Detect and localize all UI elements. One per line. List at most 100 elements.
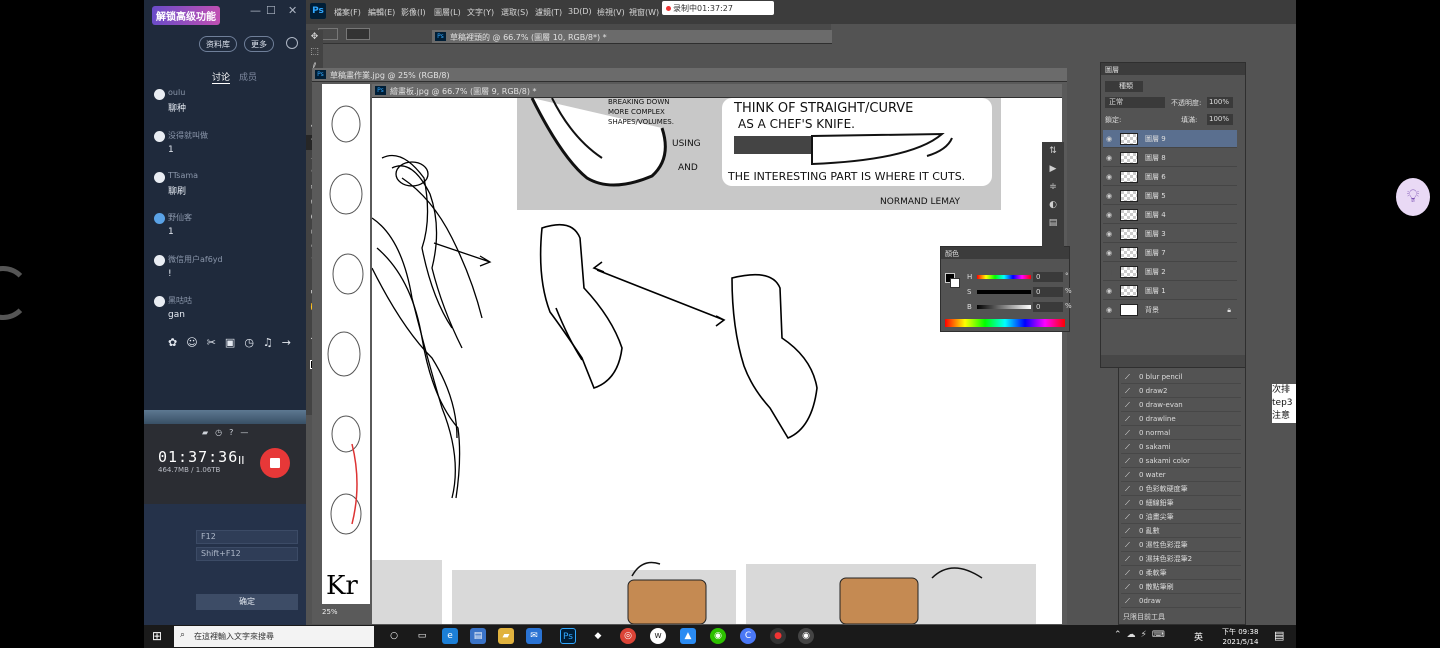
cortana-icon[interactable]: ○	[386, 628, 402, 644]
color-spectrum-bar[interactable]	[945, 319, 1065, 327]
close-button[interactable]: ✕	[288, 4, 297, 17]
visibility-eye-icon[interactable]: ◉	[1106, 149, 1112, 167]
visibility-eye-icon[interactable]: ◉	[1106, 301, 1112, 319]
blend-mode-select[interactable]: 正常	[1105, 97, 1165, 108]
marquee-tool-icon[interactable]: ⬚	[306, 45, 323, 60]
brush-preset-item[interactable]: ⟋ 0 draw-evan	[1121, 398, 1241, 412]
layers-panel-title[interactable]: 圖層	[1101, 63, 1245, 75]
app-w-icon[interactable]: w	[650, 628, 666, 644]
drawing-canvas[interactable]: BREAKING DOWN MORE COMPLEX SHAPES/VOLUME…	[372, 98, 1062, 624]
taskbar-search-box[interactable]: ⌕ 在這裡輸入文字來搜尋	[174, 626, 374, 647]
settings-icon[interactable]	[286, 37, 298, 49]
flower-icon[interactable]: ✿	[168, 336, 177, 349]
menu-file[interactable]: 檔案(F)	[334, 7, 361, 18]
menu-filter[interactable]: 濾鏡(T)	[535, 7, 562, 18]
visibility-eye-icon[interactable]: ◉	[1106, 282, 1112, 300]
current-tool-only-checkbox[interactable]: 只限目前工具	[1123, 612, 1165, 622]
document-tab-back[interactable]: Ps 草稿裡頭的 @ 66.7% (圖層 10, RGB/8*) *	[432, 30, 832, 44]
visibility-eye-icon[interactable]: ◉	[1106, 206, 1112, 224]
app-c-icon[interactable]: C	[740, 628, 756, 644]
brush-preset-item[interactable]: ⟋ 0draw	[1121, 594, 1241, 608]
brightness-slider[interactable]	[977, 305, 1031, 309]
tab-members[interactable]: 成员	[239, 70, 257, 83]
background-color-swatch[interactable]	[950, 278, 960, 288]
reference-sheet-canvas[interactable]: Kr	[322, 84, 370, 604]
brush-preset-item[interactable]: ⟋ 0 濕性色彩混筆	[1121, 538, 1241, 552]
brush-preset-item[interactable]: ⟋ 0 water	[1121, 468, 1241, 482]
menu-edit[interactable]: 編輯(E)	[368, 7, 395, 18]
visibility-eye-icon[interactable]: □	[1106, 263, 1113, 281]
layer-row[interactable]: ◉ 圖層 7	[1103, 244, 1237, 262]
chrome-icon[interactable]: ◎	[620, 628, 636, 644]
adjust-icon[interactable]: ≑	[1042, 178, 1064, 196]
layer-row[interactable]: ◉ 圖層 5	[1103, 187, 1237, 205]
send-arrow-icon[interactable]: →	[282, 336, 291, 349]
taskbar-clock[interactable]: 下午 09:38 2021/5/14	[1222, 627, 1258, 647]
visibility-eye-icon[interactable]: ◉	[1106, 225, 1112, 243]
notification-icon[interactable]: ▤	[1274, 629, 1284, 642]
menu-window[interactable]: 視窗(W)	[629, 7, 659, 18]
lightbulb-icon[interactable]: 💡︎	[1396, 178, 1430, 216]
brush-preset-item[interactable]: ⟋ 0 draw2	[1121, 384, 1241, 398]
unlock-premium-banner[interactable]: 解锁高级功能	[152, 6, 220, 25]
history-icon[interactable]: ⇅	[1042, 142, 1064, 160]
shortcut-field[interactable]: F12	[196, 530, 298, 544]
file-explorer-icon[interactable]: ▰	[498, 628, 514, 644]
layer-row[interactable]: ◉ 圖層 3	[1103, 225, 1237, 243]
styles-icon[interactable]: ◐	[1042, 196, 1064, 214]
saturation-value[interactable]: 0	[1033, 287, 1063, 297]
image-icon[interactable]: ▣	[225, 336, 235, 349]
tab-discussion[interactable]: 讨论	[212, 70, 231, 84]
emoji-icon[interactable]: ☺	[186, 336, 197, 349]
ime-indicator[interactable]: 英	[1194, 630, 1203, 643]
layer-row[interactable]: □ 圖層 2	[1103, 263, 1237, 281]
wechat-icon[interactable]: ◉	[710, 628, 726, 644]
brush-preset-item[interactable]: ⟋ 0 blur pencil	[1121, 370, 1241, 384]
move-tool-icon[interactable]: ✥	[306, 30, 323, 45]
brush-preset-item[interactable]: ⟋ 0 濕抹色彩混筆2	[1121, 552, 1241, 566]
layer-row[interactable]: ◉ 圖層 4	[1103, 206, 1237, 224]
system-tray-icons[interactable]: ⌃☁⚡⌨	[1114, 630, 1170, 640]
brush-preset-item[interactable]: ⟋ 0 亂數	[1121, 524, 1241, 538]
recorder-taskbar-icon[interactable]: ●	[770, 628, 786, 644]
layers-footer-toolbar[interactable]	[1101, 355, 1245, 367]
brush-preset-item[interactable]: ⟋ 0 柔軟筆	[1121, 566, 1241, 580]
task-view-icon[interactable]: ▭	[414, 628, 430, 644]
zoom-level[interactable]: 25%	[322, 608, 338, 616]
app-blue-icon[interactable]: ▲	[680, 628, 696, 644]
brush-preset-item[interactable]: ⟋ 0 色彩軟硬度筆	[1121, 482, 1241, 496]
visibility-eye-icon[interactable]: ◉	[1106, 187, 1112, 205]
pause-button[interactable]: II	[238, 454, 245, 467]
brush-preset-item[interactable]: ⟋ 0 油畫尖筆	[1121, 510, 1241, 524]
brush-preset-item[interactable]: ⟋ 0 細線鉛筆	[1121, 496, 1241, 510]
app-icon[interactable]: ◆	[590, 628, 606, 644]
menu-image[interactable]: 影像(I)	[401, 7, 426, 18]
hue-slider[interactable]	[977, 275, 1031, 279]
brush-preset-item[interactable]: ⟋ 0 sakami	[1121, 440, 1241, 454]
layer-row[interactable]: ◉ 圖層 9	[1103, 130, 1237, 148]
channels-icon[interactable]: ▤	[1042, 214, 1064, 232]
layer-row[interactable]: ◉ 圖層 1	[1103, 282, 1237, 300]
maximize-button[interactable]: ☐	[266, 4, 276, 17]
minimize-button[interactable]: —	[250, 4, 261, 17]
layer-row[interactable]: ◉ 背景 🔒︎	[1103, 301, 1237, 319]
layer-row[interactable]: ◉ 圖層 8	[1103, 149, 1237, 167]
more-button[interactable]: 更多	[244, 36, 274, 52]
app-disk-icon[interactable]: ◉	[798, 628, 814, 644]
recorder-toolbar-icons[interactable]: ▰◷?—	[202, 428, 255, 437]
lock-icon[interactable]: 🔒︎	[1227, 301, 1231, 319]
menu-3d[interactable]: 3D(D)	[568, 7, 592, 16]
menu-type[interactable]: 文字(Y)	[467, 7, 494, 18]
mail-icon[interactable]: ✉	[526, 628, 542, 644]
saturation-slider[interactable]	[977, 290, 1031, 294]
confirm-button[interactable]: 确定	[196, 594, 298, 610]
fill-field[interactable]: 100%	[1207, 114, 1233, 125]
brush-preset-item[interactable]: ⟋ 0 sakami color	[1121, 454, 1241, 468]
document-tab-front[interactable]: Ps 繪畫板.jpg @ 66.7% (圖層 9, RGB/8) *	[372, 84, 1062, 98]
photoshop-taskbar-icon[interactable]: Ps	[560, 628, 576, 644]
visibility-eye-icon[interactable]: ◉	[1106, 168, 1112, 186]
store-icon[interactable]: ▤	[470, 628, 486, 644]
menu-view[interactable]: 檢視(V)	[597, 7, 625, 18]
brush-preset-item[interactable]: ⟋ 0 散點筆刷	[1121, 580, 1241, 594]
stop-record-button[interactable]	[260, 448, 290, 478]
